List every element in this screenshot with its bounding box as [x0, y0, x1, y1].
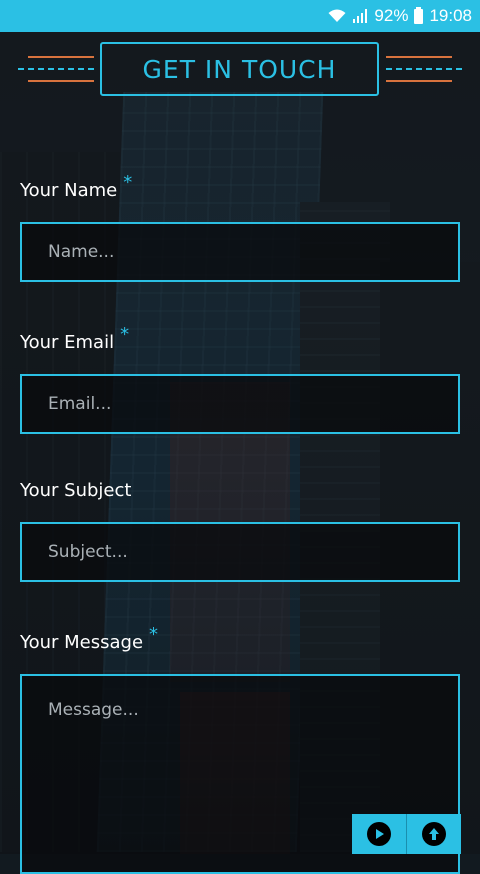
name-label-text: Your Name	[20, 180, 118, 201]
battery-icon	[414, 6, 424, 24]
name-input[interactable]	[20, 222, 460, 282]
subject-label-text: Your Subject	[20, 480, 132, 501]
header-decoration-line	[386, 56, 452, 58]
play-button[interactable]	[352, 814, 406, 854]
header-decoration-line	[386, 80, 452, 82]
message-label-text: Your Message	[20, 632, 144, 653]
scroll-to-top-button[interactable]	[406, 814, 461, 854]
clock: 19:08	[429, 6, 472, 25]
required-mark: *	[149, 624, 159, 645]
header-decoration-line	[386, 68, 462, 70]
header-decoration-line	[28, 80, 94, 82]
required-mark: *	[120, 324, 130, 345]
subject-input[interactable]	[20, 522, 460, 582]
email-label: Your Email *	[20, 324, 129, 353]
wifi-icon	[328, 9, 346, 23]
header-decoration-line	[28, 56, 94, 58]
arrow-up-icon	[422, 822, 446, 846]
header-decoration-line	[18, 68, 94, 70]
signal-icon	[352, 9, 368, 23]
subject-label: Your Subject	[20, 480, 131, 501]
play-icon	[367, 822, 391, 846]
message-label: Your Message *	[20, 624, 158, 653]
battery-percent: 92%	[374, 6, 409, 25]
email-input[interactable]	[20, 374, 460, 434]
status-bar: 92% 19:08	[0, 0, 480, 32]
name-label: Your Name *	[20, 172, 132, 201]
required-mark: *	[123, 172, 133, 193]
email-label-text: Your Email	[20, 332, 115, 353]
page-title: GET IN TOUCH	[100, 42, 379, 96]
